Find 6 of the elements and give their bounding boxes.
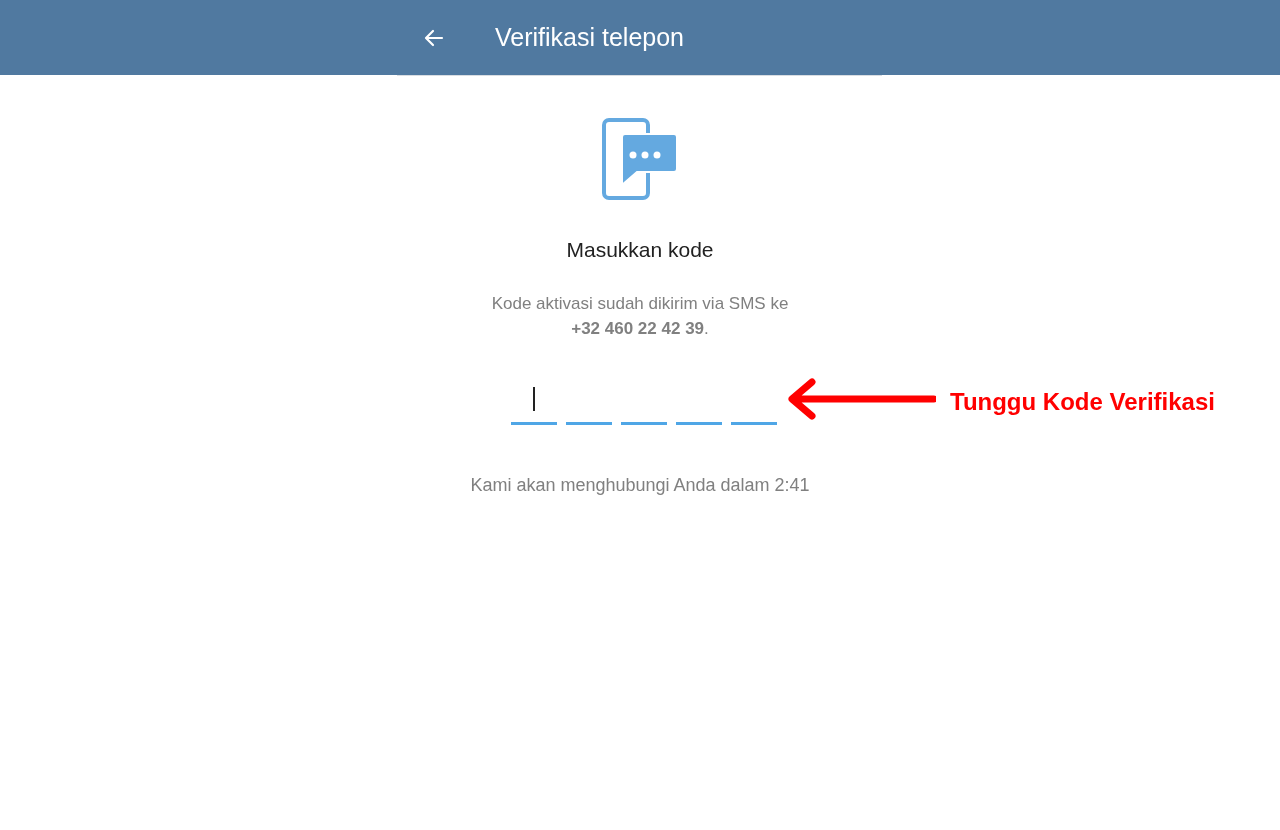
sms-code-icon	[602, 118, 678, 200]
callback-timer: Kami akan menghubungi Anda dalam 2:41	[470, 473, 810, 497]
window-title: Verifikasi telepon	[495, 21, 684, 53]
description: Kode aktivasi sudah dikirim via SMS ke +32 460 22 42 39.	[491, 292, 789, 340]
annotation-label: Tunggu Kode Verifikasi	[950, 387, 1215, 417]
heading: Masukkan kode	[566, 237, 714, 263]
